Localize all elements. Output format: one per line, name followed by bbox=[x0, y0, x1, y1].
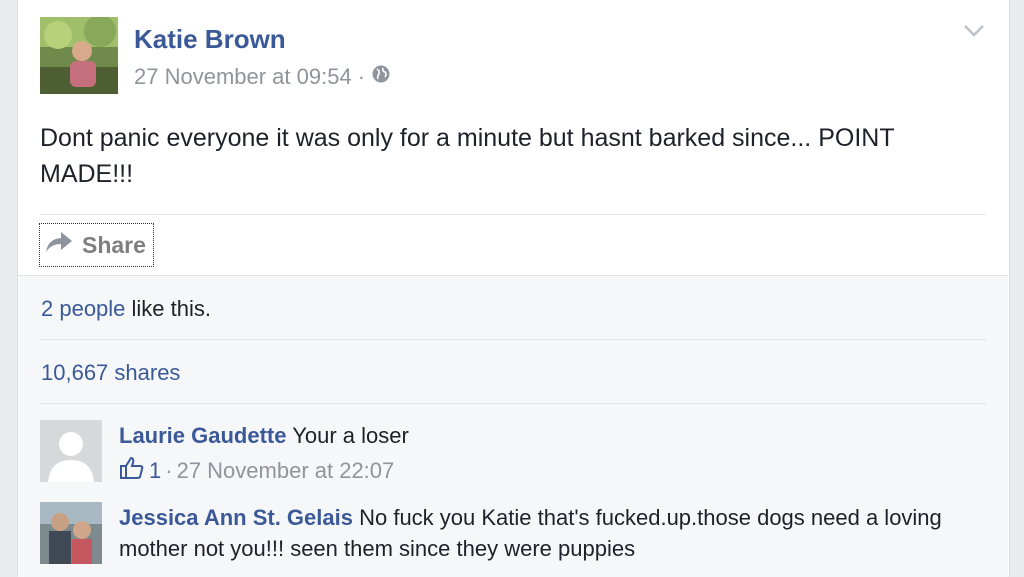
comment-author[interactable]: Jessica Ann St. Gelais bbox=[119, 505, 353, 530]
meta-separator: · bbox=[357, 64, 366, 89]
comment-like-count[interactable]: 1 bbox=[149, 458, 161, 484]
post-text: Dont panic everyone it was only for a mi… bbox=[40, 124, 895, 188]
chevron-down-icon[interactable] bbox=[962, 22, 986, 40]
comment-meta: 1 · 27 November at 22:07 bbox=[119, 456, 394, 486]
comment-avatar[interactable] bbox=[40, 502, 102, 564]
shares-count[interactable]: 10,667 shares bbox=[41, 360, 180, 386]
divider bbox=[40, 403, 986, 404]
comment-body: Jessica Ann St. Gelais No fuck you Katie… bbox=[119, 502, 989, 564]
share-arrow-icon bbox=[44, 230, 74, 260]
divider bbox=[40, 339, 986, 340]
comment-text: Your a loser bbox=[292, 423, 409, 448]
likes-suffix: like this. bbox=[125, 296, 212, 321]
share-label: Share bbox=[82, 231, 146, 258]
share-button[interactable]: Share bbox=[39, 223, 154, 267]
comment-avatar[interactable] bbox=[40, 420, 102, 482]
globe-icon bbox=[371, 64, 391, 90]
meta-separator: · bbox=[165, 458, 173, 483]
author-avatar[interactable] bbox=[40, 17, 118, 94]
post-author-name[interactable]: Katie Brown bbox=[134, 24, 286, 55]
likes-summary: 2 people like this. bbox=[41, 296, 211, 322]
comment-timestamp[interactable]: 27 November at 22:07 bbox=[177, 458, 395, 484]
divider bbox=[40, 214, 986, 215]
comment-author[interactable]: Laurie Gaudette bbox=[119, 423, 286, 448]
post-timestamp[interactable]: 27 November at 09:54 bbox=[134, 64, 352, 90]
likes-link[interactable]: 2 people bbox=[41, 296, 125, 321]
post-meta: 27 November at 09:54 · bbox=[134, 64, 391, 90]
thumbs-up-icon[interactable] bbox=[119, 456, 145, 486]
comment-body: Laurie Gaudette Your a loser bbox=[119, 420, 989, 451]
